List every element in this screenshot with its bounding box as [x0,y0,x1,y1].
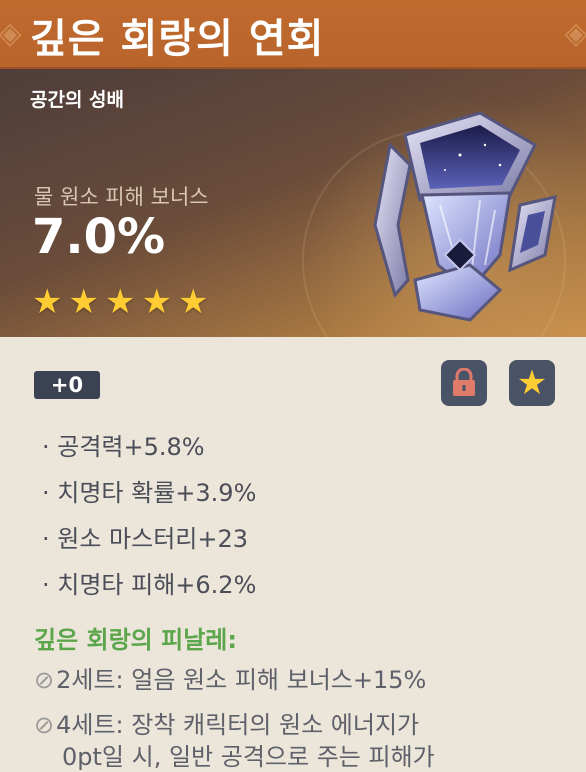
rarity-star-icon: ★ [68,282,99,322]
set-bonus-4pc: ⊘4세트: 장착 캐릭터의 원소 에너지가 [34,705,419,740]
set-bonus-4pc-continued: 0pt일 시, 일반 공격으로 주는 피해가 [62,743,435,771]
goblet-artifact-icon [373,111,557,322]
inactive-icon: ⊘ [34,711,55,739]
substat-4: · 치명타 피해+6.2% [42,571,257,599]
set-bonus-text: 4세트: 장착 캐릭터의 원소 에너지가 [56,711,420,739]
rarity-stars: ★ ★ ★ ★ ★ [32,285,208,319]
ornament-left-icon: ◈ [0,16,22,51]
main-stat-name: 물 원소 피해 보너스 [34,185,209,209]
rarity-star-icon: ★ [177,282,209,322]
level-badge: +0 [34,371,100,399]
set-bonus-text: 2세트: 얼음 원소 피해 보너스+15% [56,666,427,694]
rarity-star-icon: ★ [32,282,63,322]
substat-3: · 원소 마스터리+23 [42,525,249,553]
lock-button[interactable] [441,360,487,406]
favorite-button[interactable]: ★ [509,360,555,406]
artifact-type: 공간의 성배 [30,89,125,111]
ornament-right-icon: ◈ [564,16,586,51]
artifact-name: 깊은 회랑의 연회 [30,16,325,62]
rarity-star-icon: ★ [104,282,136,322]
substat-1: · 공격력+5.8% [42,433,205,461]
main-stat-value: 7.0% [32,209,166,265]
substat-2: · 치명타 확률+3.9% [42,479,257,507]
lock-icon [453,368,475,396]
artifact-title-bar: ◈ ◈ 깊은 회랑의 연회 [0,0,586,69]
artifact-banner: 공간의 성배 물 원소 피해 보너스 7.0% ★ ★ ★ ★ ★ [0,69,586,337]
star-icon: ★ [516,363,548,403]
inactive-icon: ⊘ [34,666,55,694]
rarity-star-icon: ★ [141,282,172,322]
artifact-details-panel: +0 ★ · 공격력+5.8% · 치명타 확률+3.9% · 원소 마스터리+… [0,337,586,771]
set-name: 깊은 회랑의 피날레: [34,626,237,654]
set-bonus-2pc: ⊘2세트: 얼음 원소 피해 보너스+15% [34,660,426,695]
